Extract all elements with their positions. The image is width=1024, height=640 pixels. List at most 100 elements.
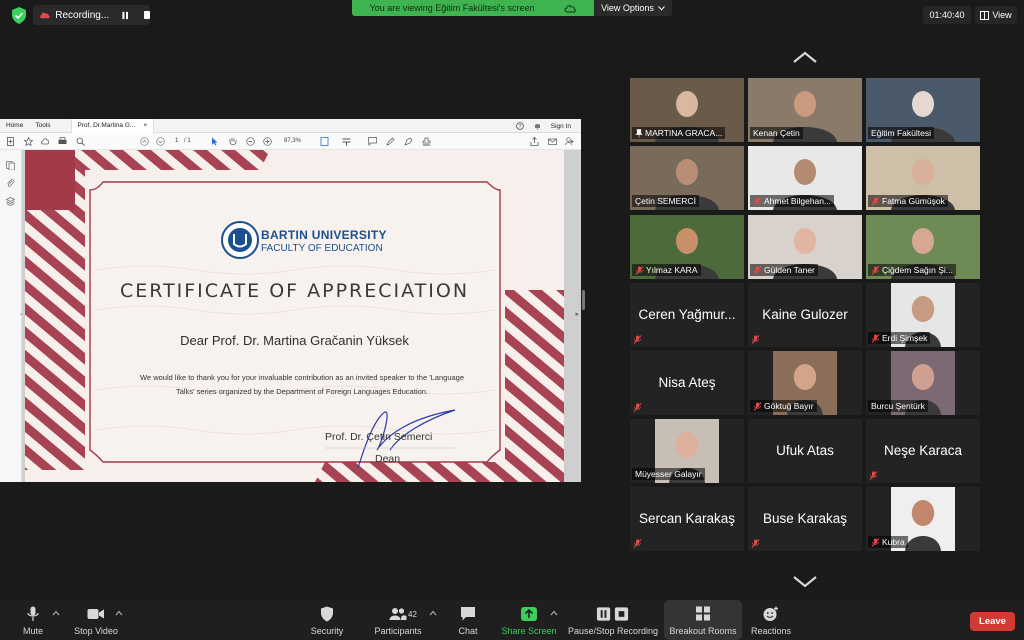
select-cursor-icon[interactable] xyxy=(210,137,219,146)
share-options-caret-icon[interactable] xyxy=(550,610,558,616)
page-down-icon[interactable] xyxy=(156,137,165,146)
participant-tile[interactable]: Müyesser Galayır xyxy=(630,419,744,483)
participants-button[interactable]: Participants xyxy=(370,600,426,640)
new-file-icon[interactable] xyxy=(6,137,15,146)
scroll-mode-icon[interactable] xyxy=(342,137,351,146)
participant-tile[interactable]: Sercan Karakaş xyxy=(630,487,744,551)
layers-icon[interactable] xyxy=(6,197,15,206)
viewing-screen-banner: You are viewing Eğitim Fakültesi's scree… xyxy=(352,0,594,16)
zoom-search-icon[interactable] xyxy=(76,137,85,146)
recording-indicator[interactable]: Recording... xyxy=(33,5,150,25)
chevron-up-icon[interactable] xyxy=(792,50,818,64)
comment-icon[interactable] xyxy=(368,137,377,146)
stop-recording-icon[interactable] xyxy=(143,11,150,19)
pause-stop-recording-button[interactable]: Pause/Stop Recording xyxy=(566,600,660,640)
participant-name-label: Kenan Çetin xyxy=(750,127,803,139)
participant-name: Yılmaz KARA xyxy=(646,265,698,275)
chat-button[interactable]: Chat xyxy=(452,600,484,640)
participant-tile[interactable]: Ahmet Bilgehan... xyxy=(748,146,862,210)
page-number-field[interactable]: 1 xyxy=(175,138,178,144)
audio-options-caret-icon[interactable] xyxy=(52,610,60,616)
meeting-controls-bar: Mute Stop Video Security Participants 42… xyxy=(0,600,1024,640)
tab-home[interactable]: Home xyxy=(0,122,29,129)
breakout-rooms-button[interactable]: Breakout Rooms xyxy=(664,600,742,640)
help-icon[interactable]: ? xyxy=(515,122,524,130)
participant-name: Ufuk Atas xyxy=(776,443,834,458)
participant-tile[interactable]: MARTINA GRACA... xyxy=(630,78,744,142)
participant-tile[interactable]: Kaine Gulozer xyxy=(748,283,862,347)
participant-tile[interactable]: Erdi Şimşek xyxy=(866,283,980,347)
svg-text:?: ? xyxy=(518,124,521,130)
participant-tile[interactable]: Burcu Şentürk xyxy=(866,351,980,415)
participant-tile[interactable]: Neşe Karaca xyxy=(866,419,980,483)
video-camera-icon xyxy=(87,609,104,619)
stop-video-label: Stop Video xyxy=(74,626,118,636)
leave-button[interactable]: Leave xyxy=(970,612,1015,631)
pause-recording-icon[interactable] xyxy=(122,11,129,20)
participant-name: Gülden Taner xyxy=(764,265,815,275)
certificate-role: Dean xyxy=(375,453,401,465)
participant-name: Fatma Gümüşok xyxy=(882,196,945,206)
security-shield-icon[interactable] xyxy=(11,7,27,24)
pen-icon[interactable] xyxy=(386,137,395,146)
zoom-level[interactable]: 87,3% xyxy=(284,138,301,144)
participant-tile[interactable]: Ufuk Atas xyxy=(748,419,862,483)
hand-tool-icon[interactable] xyxy=(228,137,237,146)
pause-stop-recording-label: Pause/Stop Recording xyxy=(567,626,659,636)
muted-microphone-icon xyxy=(753,196,762,206)
participant-tile[interactable]: Yılmaz KARA xyxy=(630,215,744,279)
page-up-icon[interactable] xyxy=(140,137,149,146)
user-share-icon[interactable] xyxy=(565,137,574,146)
page-fit-icon[interactable] xyxy=(320,137,329,146)
participant-tile[interactable]: Kenan Çetin xyxy=(748,78,862,142)
share-icon[interactable] xyxy=(530,137,539,146)
page-total: / 1 xyxy=(184,138,191,144)
participant-tile[interactable]: Nisa Ateş xyxy=(630,351,744,415)
highlight-icon[interactable] xyxy=(404,137,413,146)
participant-tile[interactable]: Eğitim Fakültesi xyxy=(866,78,980,142)
participant-tile[interactable]: Göktuğ Bayır xyxy=(748,351,862,415)
participants-caret-icon[interactable] xyxy=(429,610,437,616)
security-button[interactable]: Security xyxy=(305,600,349,640)
split-view-drag-handle[interactable] xyxy=(582,290,585,310)
participant-tile[interactable]: Fatma Gümüşok xyxy=(866,146,980,210)
mute-button[interactable]: Mute xyxy=(14,600,52,640)
upload-cloud-icon[interactable] xyxy=(41,137,50,146)
share-screen-button[interactable]: Share Screen xyxy=(500,600,558,640)
star-icon[interactable] xyxy=(24,137,33,146)
reactions-button[interactable]: Reactions xyxy=(748,600,794,640)
tab-tools[interactable]: Tools xyxy=(29,122,56,129)
certificate-title: CERTIFICATE OF APPRECIATION xyxy=(119,280,470,302)
tab-document[interactable]: Prof. Dr.Martina G... × xyxy=(70,119,155,133)
participant-tile[interactable]: Gülden Taner xyxy=(748,215,862,279)
shared-screen-pdf-viewer[interactable]: Home Tools Prof. Dr.Martina G... × ? Sig… xyxy=(0,119,581,482)
university-name: BARTIN UNIVERSITY xyxy=(261,228,387,242)
close-tab-icon[interactable]: × xyxy=(143,122,147,129)
email-icon[interactable] xyxy=(548,137,557,146)
zoom-out-icon[interactable] xyxy=(246,137,255,146)
reactions-label: Reactions xyxy=(750,626,792,636)
participant-tile[interactable]: Çiğdem Sağın Şi... xyxy=(866,215,980,279)
pages-panel-icon[interactable] xyxy=(6,161,15,170)
stop-video-button[interactable]: Stop Video xyxy=(70,600,122,640)
attachment-icon[interactable] xyxy=(6,179,15,188)
stamp-icon[interactable] xyxy=(422,137,431,146)
print-icon[interactable] xyxy=(58,137,67,146)
grid-view-icon xyxy=(980,10,990,20)
sign-in-link[interactable]: Sign In xyxy=(551,123,571,130)
participant-name: Göktuğ Bayır xyxy=(764,401,814,411)
zoom-in-icon[interactable] xyxy=(263,137,272,146)
participant-name: MARTINA GRACA... xyxy=(645,128,723,138)
participant-tile[interactable]: Buse Karakaş xyxy=(748,487,862,551)
collapse-right-icon[interactable]: ▸ xyxy=(575,310,579,318)
participant-tile[interactable]: Kubra xyxy=(866,487,980,551)
certificate-frame xyxy=(25,150,564,482)
participant-tile[interactable]: Çetin SEMERCİ xyxy=(630,146,744,210)
participant-tile[interactable]: Ceren Yağmur... xyxy=(630,283,744,347)
pdf-toolbar: 1 / 1 87,3% xyxy=(0,133,581,150)
video-options-caret-icon[interactable] xyxy=(115,610,123,616)
view-options-dropdown[interactable]: View Options xyxy=(594,0,672,16)
chevron-down-icon[interactable] xyxy=(792,575,818,589)
bell-icon[interactable] xyxy=(534,122,541,130)
view-button[interactable]: View xyxy=(975,6,1017,24)
